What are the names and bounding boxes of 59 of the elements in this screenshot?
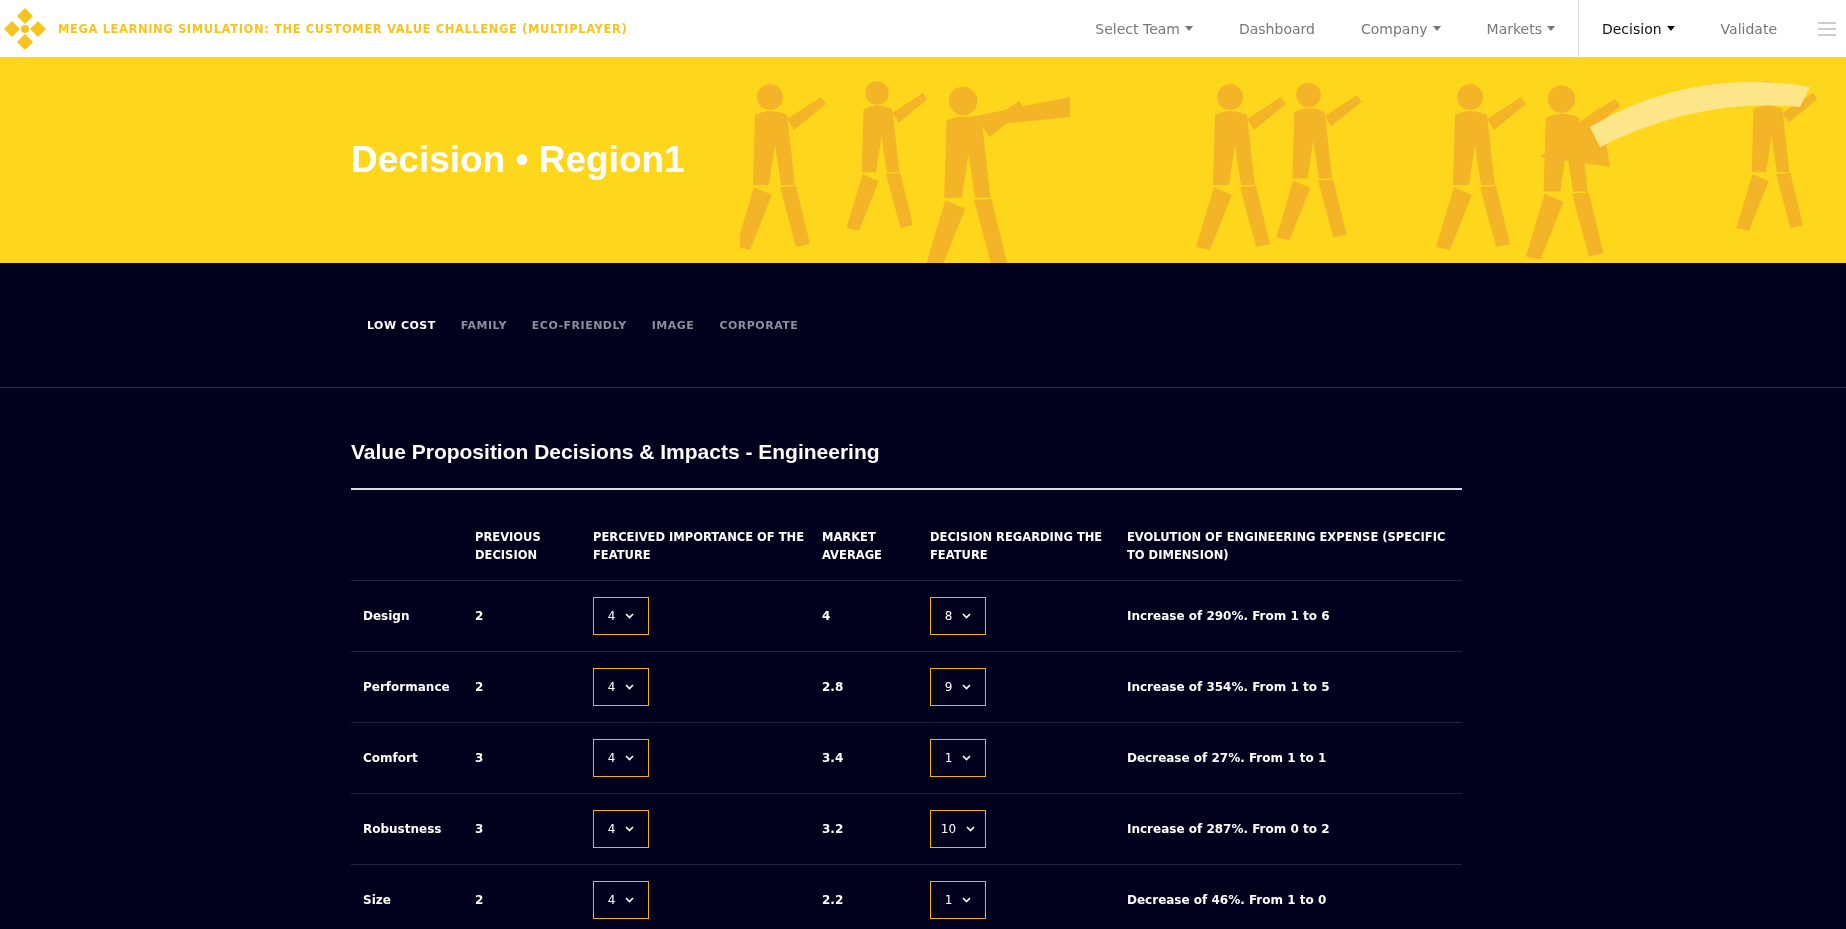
table-cell-text: Decrease of 46%. From 1 to 0	[1127, 893, 1328, 907]
column-header: MARKET AVERAGE	[822, 529, 883, 564]
feature-cell-text: Robustness	[363, 822, 443, 836]
chevron-down-icon	[625, 684, 635, 690]
app-title: MEGA LEARNING SIMULATION: THE CUSTOMER VALUE CHALLENGE (MULTIPLAYER)	[58, 21, 628, 36]
feature-cell-text: Performance	[363, 680, 451, 694]
chevron-down-icon	[625, 826, 635, 832]
nav-link[interactable]: Markets	[1463, 0, 1578, 57]
table-cell-text: 2.8	[822, 680, 845, 694]
importance-select[interactable]: 4	[593, 739, 649, 777]
chevron-down-icon	[962, 684, 972, 690]
importance-select[interactable]: 4	[593, 810, 649, 848]
importance-select[interactable]: 4	[593, 597, 649, 635]
decision-select[interactable]: 1	[930, 881, 986, 919]
diamond-logo-icon	[4, 7, 46, 50]
segment-tab[interactable]: FAMILY	[460, 318, 507, 332]
column-header: DECISION REGARDING THE FEATURE	[930, 529, 1104, 564]
table-cell-text: Increase of 290%. From 1 to 6	[1127, 609, 1331, 623]
table-cell-text: 3	[475, 822, 485, 836]
nav-link[interactable]: Company	[1337, 0, 1464, 57]
page-title: Decision • Region1	[351, 139, 685, 181]
table-cell-text: Increase of 354%. From 1 to 5	[1127, 680, 1331, 694]
chevron-down-icon	[966, 826, 976, 832]
table-cell-text: 2	[475, 680, 485, 694]
table-cell-text: Increase of 287%. From 0 to 2	[1127, 822, 1331, 836]
column-header: PREVIOUS DECISION	[475, 529, 542, 564]
chevron-down-icon	[625, 613, 635, 619]
table-cell-text: 2	[475, 893, 485, 907]
feature-cell-text: Comfort	[363, 751, 419, 765]
decision-select[interactable]: 8	[930, 597, 986, 635]
importance-select[interactable]: 4	[593, 668, 649, 706]
table-cell-text: 2.2	[822, 893, 845, 907]
chevron-down-icon	[625, 755, 635, 761]
chevron-down-icon	[962, 755, 972, 761]
chevron-down-icon	[962, 613, 972, 619]
decision-select[interactable]: 1	[930, 739, 986, 777]
table-cell-text: 3.2	[822, 822, 845, 836]
decision-select[interactable]: 10	[930, 810, 986, 848]
table-cell-text: Decrease of 27%. From 1 to 1	[1127, 751, 1328, 765]
decision-select[interactable]: 9	[930, 668, 986, 706]
chevron-down-icon	[625, 897, 635, 903]
feature-cell-text: Size	[363, 893, 392, 907]
nav-link[interactable]: Dashboard	[1215, 0, 1338, 57]
segment-tab[interactable]: CORPORATE	[719, 318, 799, 332]
nav-link[interactable]: Select Team	[1072, 0, 1216, 57]
nav-link[interactable]: Validate	[1697, 0, 1800, 57]
column-header: PERCEIVED IMPORTANCE OF THE FEATURE	[593, 529, 806, 564]
table-cell-text: 4	[822, 609, 832, 623]
section-title: Value Proposition Decisions & Impacts - Engineering	[351, 388, 1462, 490]
segment-tab[interactable]: LOW COST	[367, 318, 436, 332]
table-cell-text: 3.4	[822, 751, 845, 765]
table-cell-text: 2	[475, 609, 485, 623]
chevron-down-icon	[962, 897, 972, 903]
column-header: EVOLUTION OF ENGINEERING EXPENSE (SPECIFIC TO DIMENSION)	[1127, 529, 1447, 564]
importance-select[interactable]: 4	[593, 881, 649, 919]
table-cell-text: 3	[475, 751, 485, 765]
segment-tab[interactable]: IMAGE	[651, 318, 695, 332]
feature-cell-text: Design	[363, 609, 411, 623]
segment-tab[interactable]: ECO-FRIENDLY	[531, 318, 627, 332]
